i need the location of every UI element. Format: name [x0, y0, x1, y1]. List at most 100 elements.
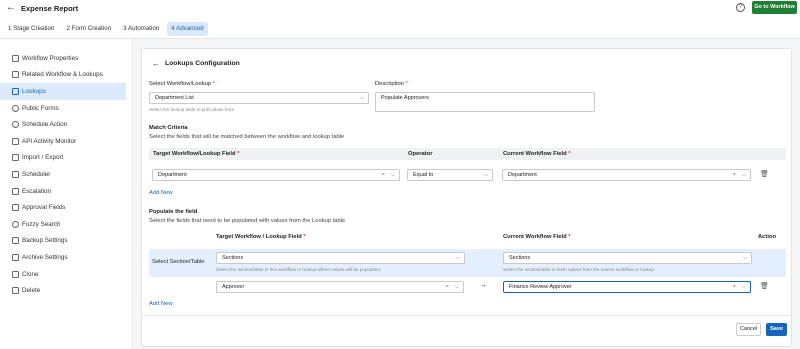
target-section-dropdown[interactable]: Sections ⌵ [216, 252, 465, 264]
clock-icon [12, 121, 19, 129]
description-textarea[interactable]: Populate Approvers [375, 92, 595, 112]
match-table-header: Target Workflow/Lookup Field * Operator … [149, 148, 786, 160]
operator-dropdown[interactable]: Equal to ⌵ [407, 169, 493, 181]
current-section-dropdown[interactable]: Sections ⌵ [503, 252, 752, 264]
table-icon [12, 87, 19, 95]
chevron-down-icon: ⌵ [390, 172, 395, 178]
sidebar-item-label: Clone [22, 270, 39, 278]
clear-icon[interactable]: × [733, 282, 736, 292]
chevron-down-icon: ⌵ [455, 255, 460, 261]
sidebar-item-label: Lookups [22, 87, 46, 95]
sidebar-item-label: Scheduler [22, 170, 51, 178]
sidebar-item-label: Import / Export [22, 154, 64, 162]
back-arrow-icon[interactable]: ← [152, 59, 160, 68]
sidebar-item-public-forms[interactable]: Public Forms [0, 100, 126, 117]
add-new-populate-link[interactable]: Add New [149, 301, 173, 307]
target-section-hint: Select the section/table in this workflo… [216, 267, 382, 272]
match-criteria-subtitle: Select the fields that will be matched b… [149, 134, 345, 140]
delete-row-icon[interactable]: 🗑 [760, 170, 769, 178]
link-icon [12, 71, 19, 79]
sidebar-item-workflow-properties[interactable]: Workflow Properties [0, 50, 126, 67]
approval-icon [12, 204, 19, 212]
back-arrow-icon[interactable]: ← [6, 2, 16, 13]
sidebar: Workflow Properties Related Workflow & L… [0, 39, 133, 349]
help-icon[interactable]: ? [736, 3, 745, 12]
search-icon [12, 220, 19, 228]
import-export-icon [12, 154, 19, 162]
select-workflow-hint: Select the lookup table to pull values f… [149, 107, 235, 112]
save-button[interactable]: Save [766, 323, 787, 336]
arrow-right-icon: → [479, 280, 487, 289]
chevron-down-icon: ⌵ [483, 172, 488, 178]
go-to-workflow-button[interactable]: Go to Workflow [752, 1, 797, 14]
chevron-down-icon: ⌵ [742, 255, 747, 261]
delete-row-icon[interactable]: 🗑 [760, 282, 769, 290]
monitor-icon [12, 137, 19, 145]
sidebar-item-label: Workflow Properties [22, 54, 79, 62]
chevron-down-icon: ⌵ [741, 172, 746, 178]
edit-icon [12, 54, 19, 62]
sidebar-item-label: Approval Fields [22, 204, 66, 212]
sidebar-item-archive-settings[interactable]: Archive Settings [0, 249, 126, 266]
sidebar-item-label: Schedule Action [22, 121, 68, 129]
calendar-icon [12, 170, 19, 178]
description-label: Description * [375, 81, 408, 87]
sidebar-item-api-activity-monitor[interactable]: API Activity Monitor [0, 133, 126, 150]
sidebar-item-schedule-action[interactable]: Schedule Action [0, 116, 126, 133]
tab-advanced[interactable]: 4 Advanced [167, 22, 208, 36]
clear-icon[interactable]: × [733, 170, 736, 180]
sidebar-item-label: Public Forms [22, 104, 59, 112]
app-title: Expense Report [21, 4, 79, 13]
globe-icon [12, 104, 19, 112]
tab-stage-creation[interactable]: 1 Stage Creation [4, 22, 58, 36]
sidebar-item-label: Backup Settings [22, 237, 68, 245]
section-label: Select Section/Table [152, 259, 205, 265]
clone-icon [12, 270, 19, 278]
tab-automation[interactable]: 3 Automation [119, 22, 163, 36]
sidebar-item-label: Delete [22, 287, 41, 295]
match-target-dropdown[interactable]: Department × ⌵ [152, 169, 400, 181]
sidebar-item-label: Escalation [22, 187, 52, 195]
sidebar-item-label: Archive Settings [22, 253, 68, 261]
sidebar-item-related-workflow[interactable]: Related Workflow & Lookups [0, 67, 126, 84]
col-target-field: Target Workflow/Lookup Field * [153, 151, 240, 157]
populate-target-dropdown[interactable]: Approver × ⌵ [216, 281, 464, 293]
sidebar-item-delete[interactable]: Delete [0, 282, 126, 299]
sidebar-item-backup-settings[interactable]: Backup Settings [0, 233, 126, 250]
col-target-field: Target Workflow / Lookup Field * [216, 234, 306, 240]
populate-table-header: Target Workflow / Lookup Field * Current… [149, 231, 786, 243]
sidebar-item-scheduler[interactable]: Scheduler [0, 166, 126, 183]
sidebar-item-fuzzy-search[interactable]: Fuzzy Search [0, 216, 126, 233]
escalation-icon [12, 187, 19, 195]
clear-icon[interactable]: × [382, 170, 385, 180]
populate-current-dropdown[interactable]: Finance Review Approver × ⌵ [503, 281, 751, 293]
match-current-dropdown[interactable]: Department × ⌵ [502, 169, 751, 181]
sidebar-item-label: Fuzzy Search [22, 220, 61, 228]
sidebar-item-clone[interactable]: Clone [0, 266, 126, 283]
sidebar-item-import-export[interactable]: Import / Export [0, 150, 126, 167]
page-title: Lookups Configuration [165, 60, 240, 67]
select-workflow-label: Select Workflow/Lookup * [149, 81, 215, 87]
chevron-down-icon: ⌵ [741, 284, 746, 290]
col-action: Action [758, 234, 777, 240]
divider [142, 315, 791, 316]
section-row: Select Section/Table Sections ⌵ Select th… [149, 249, 786, 277]
match-criteria-title: Match Criteria [149, 125, 188, 131]
populate-title: Populate the field [149, 209, 198, 215]
sidebar-item-approval-fields[interactable]: Approval Fields [0, 199, 126, 216]
sidebar-item-lookups[interactable]: Lookups [0, 83, 126, 100]
clear-icon[interactable]: × [446, 282, 449, 292]
populate-subtitle: Select the fields that need to be popula… [149, 218, 346, 224]
step-tabs: 1 Stage Creation 2 Form Creation 3 Autom… [0, 22, 208, 38]
sidebar-item-escalation[interactable]: Escalation [0, 183, 126, 200]
col-current-field: Current Workflow Field * [503, 234, 571, 240]
select-workflow-dropdown[interactable]: Department List ⌵ [149, 92, 369, 104]
archive-icon [12, 253, 19, 261]
tab-form-creation[interactable]: 2 Form Creation [62, 22, 115, 36]
add-new-match-link[interactable]: Add New [149, 190, 173, 196]
chevron-down-icon: ⌵ [359, 95, 364, 101]
cancel-button[interactable]: Cancel [736, 323, 761, 336]
chevron-down-icon: ⌵ [454, 284, 459, 290]
col-current-field: Current Workflow Field * [503, 151, 571, 157]
lookups-config-card: ← Lookups Configuration Select Workflow/… [141, 48, 792, 347]
